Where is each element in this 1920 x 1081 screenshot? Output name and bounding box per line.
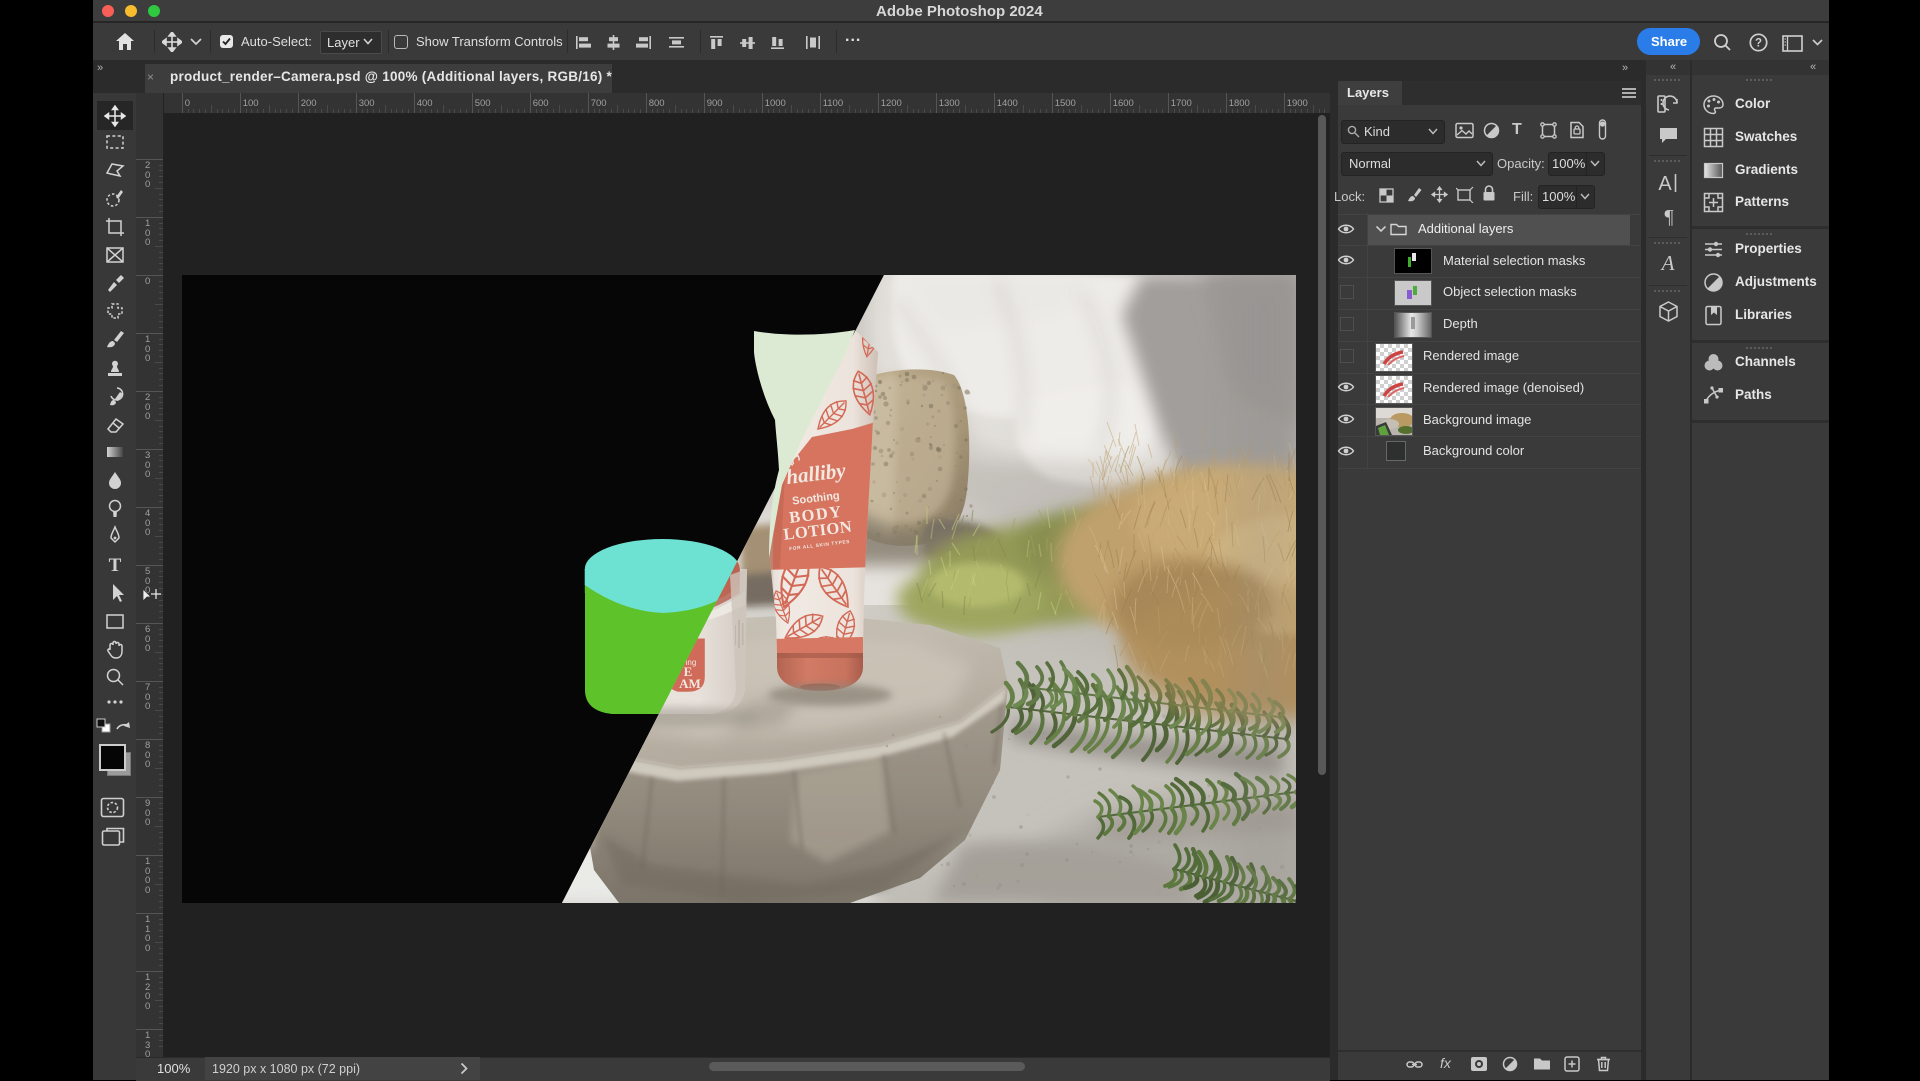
- svg-text:A: A: [1660, 252, 1675, 274]
- svg-text:?: ?: [1755, 38, 1762, 50]
- svg-text:T: T: [109, 555, 122, 575]
- svg-text:¶: ¶: [1664, 206, 1673, 227]
- svg-text:A: A: [1658, 173, 1672, 194]
